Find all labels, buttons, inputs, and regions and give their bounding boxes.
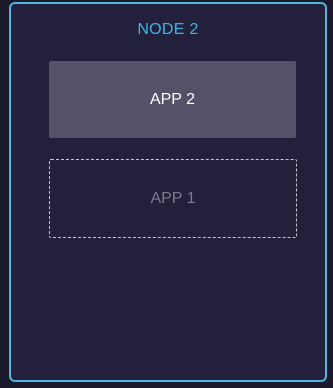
app-card-label: APP 2 [149,90,196,108]
app-placeholder-label: APP 1 [150,189,196,207]
node-container: NODE 2 APP 2 APP 1 [9,2,327,382]
app-drop-placeholder[interactable]: APP 1 [49,159,297,238]
node-title: NODE 2 [137,21,199,38]
app-card-placed[interactable]: APP 2 [49,61,296,138]
